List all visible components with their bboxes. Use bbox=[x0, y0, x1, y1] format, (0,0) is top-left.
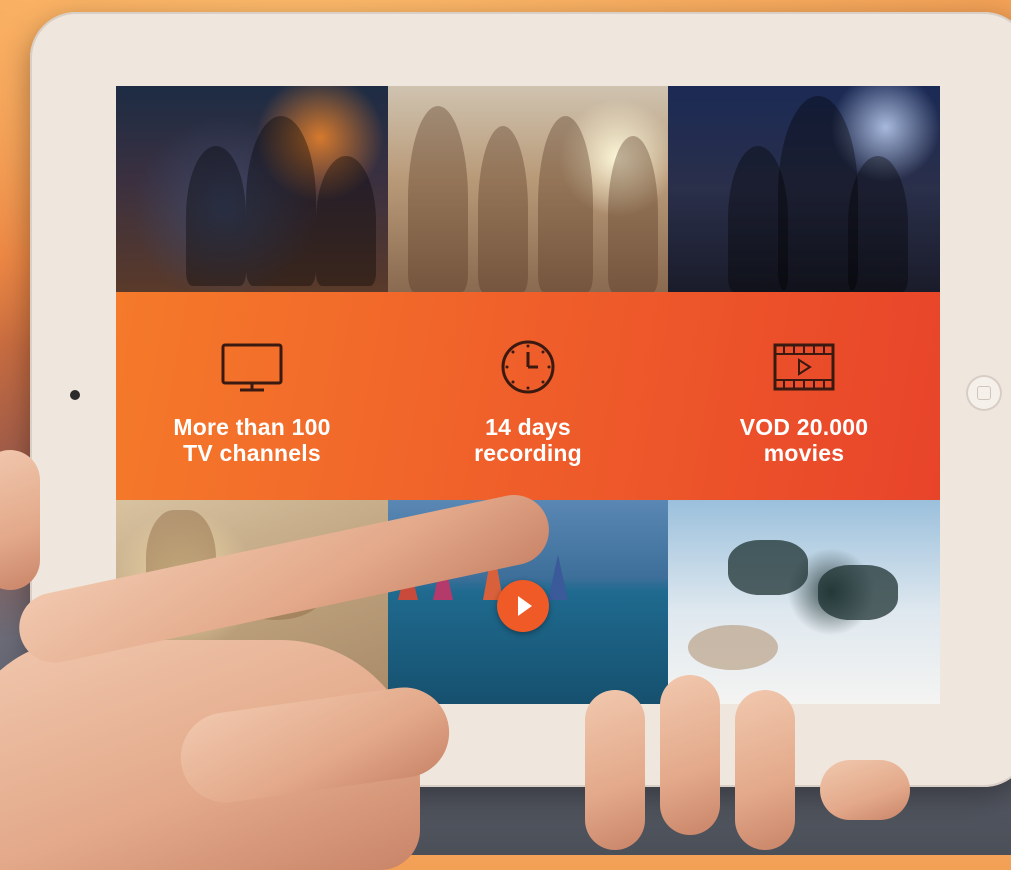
front-camera bbox=[70, 390, 80, 400]
feature-label: More than 100 TV channels bbox=[116, 414, 388, 466]
feature-label-line2: recording bbox=[474, 440, 582, 466]
holding-finger bbox=[585, 690, 645, 850]
holding-finger bbox=[735, 690, 795, 850]
feature-label: 14 days recording bbox=[388, 414, 668, 466]
feature-label-line1: More than 100 bbox=[173, 414, 331, 440]
feature-label-line2: movies bbox=[763, 440, 845, 466]
play-button[interactable] bbox=[497, 580, 549, 632]
feature-label-line2: TV channels bbox=[183, 440, 321, 466]
feature-label-line1: VOD 20.000 bbox=[739, 414, 869, 440]
tile-fantasy-movie[interactable] bbox=[116, 86, 388, 292]
left-hand-edge bbox=[0, 450, 40, 590]
holding-finger bbox=[660, 675, 720, 835]
feature-label-line1: 14 days bbox=[485, 414, 571, 440]
tv-icon bbox=[221, 343, 283, 392]
holding-finger bbox=[820, 760, 910, 820]
clock-icon bbox=[501, 340, 555, 394]
tile-football-movie[interactable] bbox=[668, 86, 940, 292]
features-banner: More than 100 TV channels 14 days record… bbox=[116, 292, 940, 500]
tile-beach-party[interactable] bbox=[388, 86, 668, 292]
feature-recording: 14 days recording bbox=[388, 292, 668, 500]
feature-label: VOD 20.000 movies bbox=[668, 414, 940, 466]
film-icon bbox=[773, 343, 835, 391]
feature-vod-movies: VOD 20.000 movies bbox=[668, 292, 940, 500]
feature-tv-channels: More than 100 TV channels bbox=[116, 292, 388, 500]
home-button[interactable] bbox=[966, 375, 1002, 411]
tile-sunglasses[interactable] bbox=[668, 500, 940, 704]
